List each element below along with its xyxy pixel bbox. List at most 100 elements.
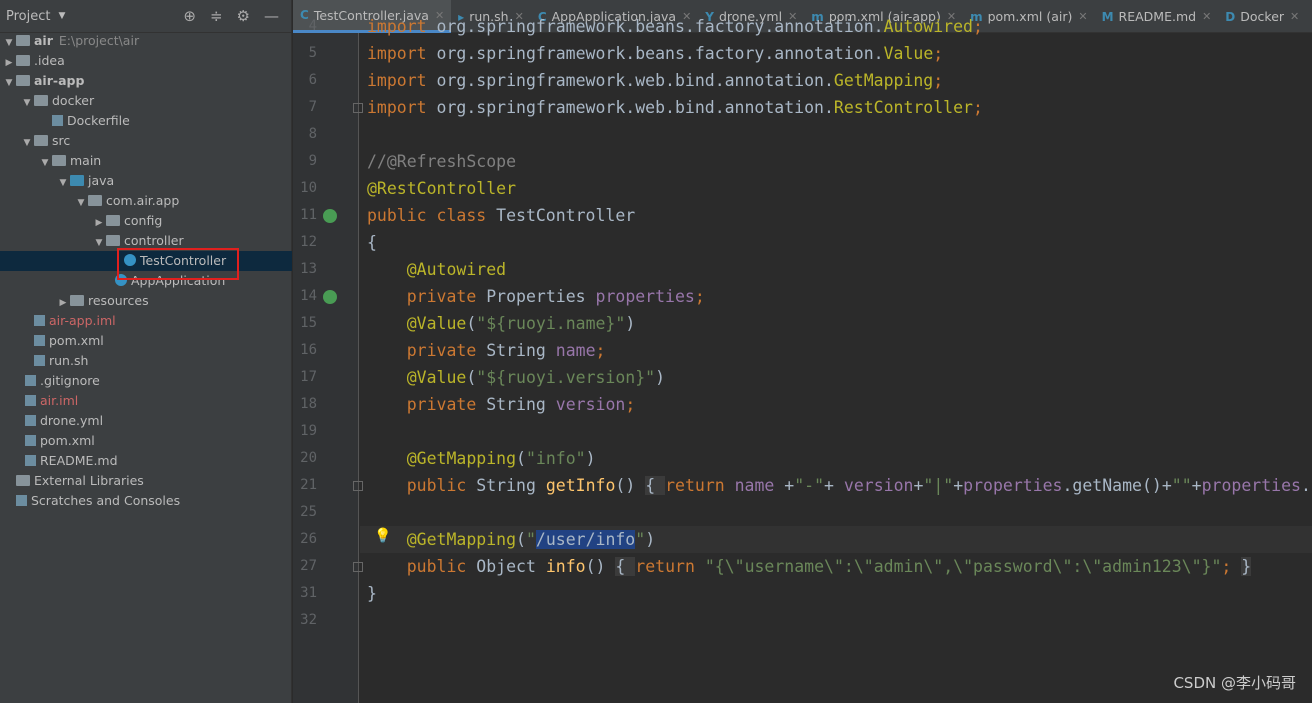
tree-item[interactable]: air.iml <box>0 391 292 411</box>
code-line[interactable]: private String version; <box>360 391 1312 418</box>
code-token: } <box>1241 557 1252 576</box>
code-token: version <box>555 395 626 414</box>
code-line[interactable]: public class TestController <box>360 202 1312 229</box>
code-line[interactable]: import org.springframework.beans.factory… <box>360 40 1312 67</box>
code-line[interactable]: @Value("${ruoyi.name}") <box>360 310 1312 337</box>
code-token: } <box>367 584 377 603</box>
code-token: String <box>486 395 556 414</box>
chevron-down-icon[interactable]: ▼ <box>20 93 34 113</box>
code-line[interactable]: private Properties properties; <box>360 283 1312 310</box>
code-token: @Value <box>406 368 467 387</box>
tree-item[interactable]: ▼ java <box>0 171 292 191</box>
code-line[interactable]: @Value("${ruoyi.version}") <box>360 364 1312 391</box>
code-line[interactable]: } <box>360 580 1312 607</box>
tree-item[interactable]: ▼ main <box>0 151 292 171</box>
code-token: ( <box>466 314 477 333</box>
tree-item[interactable]: ▼ docker <box>0 91 292 111</box>
project-view-dropdown[interactable]: Project <box>6 9 50 24</box>
tree-item[interactable]: Scratches and Consoles <box>0 491 292 511</box>
line-number: 13 <box>300 261 317 277</box>
chevron-right-icon[interactable]: ▶ <box>56 293 70 313</box>
code-line[interactable]: import org.springframework.web.bind.anno… <box>360 94 1312 121</box>
tree-item[interactable]: run.sh <box>0 351 292 371</box>
chevron-down-icon[interactable]: ▼ <box>20 133 34 153</box>
tree-item[interactable]: air-app.iml <box>0 311 292 331</box>
minimize-icon[interactable]: — <box>264 7 279 25</box>
code-token: public <box>406 557 477 576</box>
code-token: ( <box>466 368 477 387</box>
tree-item[interactable]: Dockerfile <box>0 111 292 131</box>
chevron-down-icon[interactable]: ▼ <box>2 73 16 93</box>
tree-item[interactable]: ▶ .idea <box>0 51 292 71</box>
code-token: Value <box>883 44 934 63</box>
code-line[interactable]: public Object info() { return "{\"userna… <box>360 553 1312 580</box>
tree-item-label: src <box>52 133 71 148</box>
code-line[interactable]: import org.springframework.web.bind.anno… <box>360 67 1312 94</box>
code-token: ; <box>1221 557 1242 576</box>
code-line[interactable]: public String getInfo() { return name +"… <box>360 472 1312 499</box>
tree-item-label: resources <box>88 293 149 308</box>
maven-icon <box>34 335 45 346</box>
tree-item[interactable]: pom.xml <box>0 431 292 451</box>
tree-item-label: config <box>124 213 163 228</box>
code-token: /user/info <box>535 530 636 549</box>
chevron-down-icon[interactable]: ▼ <box>74 193 88 213</box>
tree-item[interactable]: README.md <box>0 451 292 471</box>
code-line[interactable]: @Autowired <box>360 256 1312 283</box>
chevron-down-icon[interactable]: ▼ <box>92 233 106 253</box>
library-icon <box>16 475 30 486</box>
code-line[interactable]: @GetMapping("/user/info") <box>360 526 1312 553</box>
tree-item[interactable]: drone.yml <box>0 411 292 431</box>
tree-item[interactable]: ▶ resources <box>0 291 292 311</box>
code-line[interactable]: @GetMapping("info") <box>360 445 1312 472</box>
spring-bean-icon[interactable] <box>323 209 337 223</box>
code-line[interactable] <box>360 121 1312 148</box>
chevron-down-icon[interactable]: ▼ <box>56 173 70 193</box>
code-editor[interactable]: import org.springframework.beans.factory… <box>360 17 1312 703</box>
line-number: 10 <box>300 180 317 196</box>
code-line[interactable]: { <box>360 229 1312 256</box>
folder-icon <box>52 155 66 166</box>
code-token: { <box>645 476 666 495</box>
chevron-right-icon[interactable]: ▶ <box>2 53 16 73</box>
code-token: ( <box>516 530 526 549</box>
tree-item-label: .gitignore <box>40 373 100 388</box>
code-line[interactable]: import org.springframework.beans.factory… <box>360 13 1312 40</box>
tree-item[interactable]: ▼ air-app <box>0 71 292 91</box>
tree-item[interactable]: ▼ src <box>0 131 292 151</box>
spring-bean-icon[interactable] <box>323 290 337 304</box>
gear-icon[interactable]: ⚙ <box>237 7 250 25</box>
tree-item[interactable]: .gitignore <box>0 371 292 391</box>
tree-item-label: run.sh <box>49 353 89 368</box>
locate-icon[interactable]: ⊕ <box>183 7 196 25</box>
tree-item[interactable]: pom.xml <box>0 331 292 351</box>
code-line[interactable] <box>360 499 1312 526</box>
chevron-down-icon[interactable]: ▼ <box>38 153 52 173</box>
file-icon <box>25 455 36 466</box>
chevron-down-icon[interactable]: ▼ <box>58 11 65 21</box>
tree-item[interactable]: ▶ config <box>0 211 292 231</box>
chevron-down-icon[interactable]: ▼ <box>2 33 16 53</box>
code-token: ) <box>645 530 656 549</box>
lightbulb-icon[interactable]: 💡 <box>374 528 391 544</box>
tree-item[interactable]: ▼ air E:\project\air <box>0 31 292 51</box>
code-line[interactable]: private String name; <box>360 337 1312 364</box>
code-token: + <box>784 476 795 495</box>
code-token: import <box>367 71 437 90</box>
code-line[interactable]: //@RefreshScope <box>360 148 1312 175</box>
code-line[interactable] <box>360 418 1312 445</box>
code-token: @GetMapping <box>406 530 517 549</box>
folder-icon <box>34 95 48 106</box>
code-token: Autowired <box>883 17 973 36</box>
collapse-all-icon[interactable]: ≑ <box>210 7 223 25</box>
tree-item-label: pom.xml <box>49 333 104 348</box>
tree-item-label: Scratches and Consoles <box>31 493 181 508</box>
code-line[interactable] <box>360 607 1312 634</box>
tree-item[interactable]: ▼ com.air.app <box>0 191 292 211</box>
code-line[interactable]: @RestController <box>360 175 1312 202</box>
code-token: . <box>1300 476 1311 495</box>
tree-item[interactable]: External Libraries <box>0 471 292 491</box>
chevron-right-icon[interactable]: ▶ <box>92 213 106 233</box>
